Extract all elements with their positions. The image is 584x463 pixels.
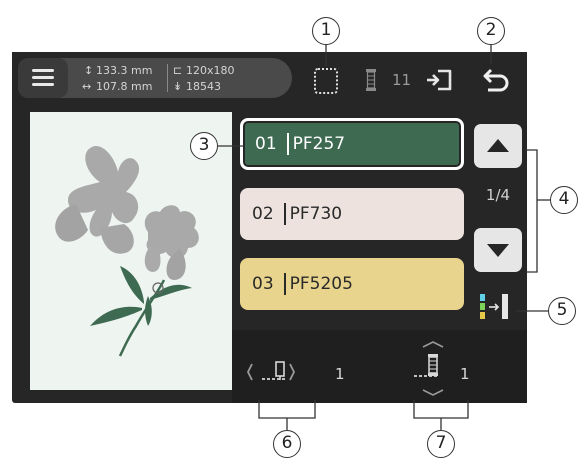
thread-divider	[283, 273, 286, 295]
hoop-size: 120x180	[186, 64, 235, 77]
thread-item[interactable]: 02 PF730	[240, 188, 464, 240]
callout-2: 2	[477, 17, 505, 45]
scroll-down-button[interactable]	[474, 228, 522, 272]
divider	[167, 64, 168, 92]
design-height: 133.3 mm	[96, 64, 153, 77]
callout-5: 5	[548, 297, 576, 325]
thread-divider	[283, 203, 286, 225]
spool-icon	[366, 69, 376, 91]
thread-divider	[286, 133, 289, 155]
page-indicator: 1/4	[485, 186, 511, 204]
thread-code: PF257	[292, 134, 346, 154]
width-icon: ↔	[82, 80, 92, 93]
scroll-up-button[interactable]	[474, 124, 522, 168]
thread-item[interactable]: 01 PF257	[240, 118, 464, 170]
design-width: 107.8 mm	[96, 80, 153, 93]
spool-value: 1	[460, 365, 470, 383]
callout-1: 1	[312, 17, 340, 45]
height-icon: ↕	[84, 64, 94, 77]
thread-number: 01	[255, 134, 277, 154]
back-icon[interactable]	[478, 64, 512, 96]
menu-icon	[18, 58, 68, 98]
color-sort-icon[interactable]	[478, 292, 512, 322]
scroll-up-icon	[487, 139, 509, 152]
tension-icon[interactable]	[246, 352, 330, 392]
thread-code: PF730	[289, 204, 343, 224]
design-info-pill: ↕ 133.3 mm ↔ 107.8 mm ⊏ 120x180 ↡ 18543	[60, 58, 292, 98]
callout-4: 4	[550, 186, 578, 214]
spool-count: 11	[392, 71, 412, 89]
callout-3: 3	[190, 132, 218, 160]
color-cycle-icon[interactable]	[424, 64, 456, 96]
spool-adjust-icon[interactable]	[408, 340, 458, 398]
menu-button[interactable]	[18, 58, 68, 98]
frame-icon[interactable]	[314, 68, 338, 94]
stitch-count: 18543	[186, 80, 221, 93]
thread-number: 03	[252, 274, 274, 294]
hoop-icon: ⊏	[173, 64, 183, 77]
tension-value: 1	[335, 365, 345, 383]
thread-number: 02	[252, 204, 274, 224]
thread-code: PF5205	[289, 274, 353, 294]
scroll-down-icon	[487, 244, 509, 257]
callout-6: 6	[273, 430, 301, 458]
callout-7: 7	[427, 430, 455, 458]
thread-item[interactable]: 03 PF5205	[240, 258, 464, 310]
stitch-icon: ↡	[173, 80, 183, 93]
